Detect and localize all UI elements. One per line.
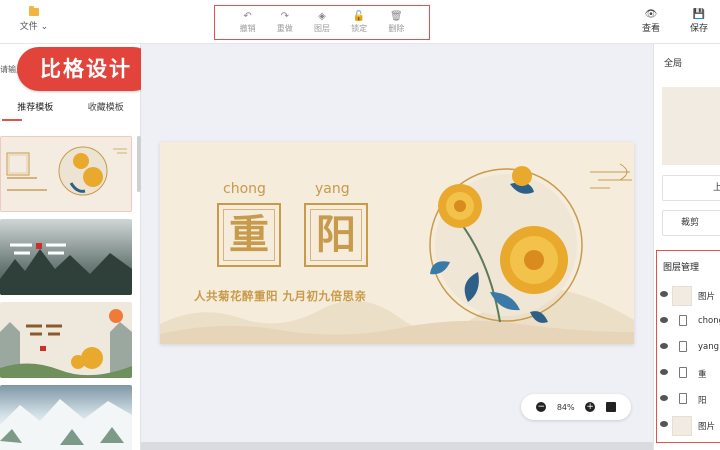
layer-item[interactable]: 重 <box>657 363 720 385</box>
chrysanthemum-illustration[interactable] <box>160 142 634 344</box>
layer-name: chong <box>698 316 720 326</box>
save-button[interactable]: 💾 保存 <box>690 8 708 34</box>
layer-name: 图片 <box>698 292 716 302</box>
eye-icon: 👁 <box>644 9 658 20</box>
top-toolbar: 文件 ⌄ ↶ 撤销 ↷ 重做 ◈ 图层 🔓 锁定 🗑 删除 👁 查看 💾 保存 <box>0 0 720 44</box>
layer-name: 重 <box>698 370 707 380</box>
template-thumbnail[interactable]: ≈ <box>0 385 132 450</box>
file-menu-label: 文件 ⌄ <box>19 22 49 32</box>
layer-item[interactable]: yang <box>657 337 720 359</box>
brand-logo: 比格设计 <box>17 47 155 91</box>
delete-button[interactable]: 🗑 删除 <box>383 11 409 34</box>
lock-label: 锁定 <box>351 24 368 33</box>
visibility-eye-icon[interactable] <box>660 317 668 323</box>
redo-icon: ↷ <box>280 11 289 22</box>
fit-screen-icon[interactable] <box>605 402 616 412</box>
upload-button[interactable]: 上 <box>662 175 720 201</box>
visibility-eye-icon[interactable] <box>660 291 668 297</box>
chrysanthemum-small <box>438 184 482 228</box>
layer-manager-title: 图层管理 <box>663 263 700 273</box>
save-label: 保存 <box>689 24 708 34</box>
svg-text:≈: ≈ <box>2 445 14 450</box>
text-layer-icon <box>679 393 687 404</box>
layer-item[interactable]: 阳 <box>657 389 720 411</box>
template-tabs: 推荐模板 收藏模板 <box>0 100 141 126</box>
chrysanthemum-large <box>500 226 568 294</box>
text-layer-icon <box>679 367 687 378</box>
layer-image-thumbnail <box>672 416 692 436</box>
text-layer-icon <box>679 315 687 326</box>
zoom-level: 84% <box>556 402 575 412</box>
save-icon: 💾 <box>692 9 706 20</box>
design-canvas[interactable]: chong yang 重 阳 人共菊花醉重阳 九月初九倍思亲 <box>160 142 634 344</box>
preview-label: 查看 <box>641 24 660 34</box>
layers-label: 图层 <box>313 24 330 33</box>
undo-label: 撤销 <box>239 24 256 33</box>
right-tools: 👁 查看 💾 保存 <box>642 8 708 34</box>
layer-name: yang <box>698 342 720 352</box>
folder-icon <box>29 6 39 16</box>
delete-label: 删除 <box>388 24 405 33</box>
visibility-eye-icon[interactable] <box>660 421 668 427</box>
layers-icon: ◈ <box>318 11 326 22</box>
layer-item[interactable]: 图片 <box>657 415 720 437</box>
lock-button[interactable]: 🔓 锁定 <box>346 11 372 34</box>
snow-template-art: ≈ <box>0 399 132 450</box>
preview-button[interactable]: 👁 查看 <box>642 8 660 34</box>
visibility-eye-icon[interactable] <box>660 369 668 375</box>
layer-item[interactable]: 图片 <box>657 285 720 307</box>
layer-name: 图片 <box>698 422 716 432</box>
redo-label: 重做 <box>276 24 293 33</box>
layer-image-thumbnail <box>672 286 692 306</box>
frost-template-art <box>0 243 132 295</box>
undo-icon: ↶ <box>243 11 252 22</box>
tab-favorites[interactable]: 收藏模板 <box>71 100 142 126</box>
active-tab-indicator <box>2 119 22 121</box>
global-settings-label: 全局 <box>664 59 683 69</box>
template-thumbnail[interactable] <box>0 219 132 295</box>
template-list: ≈ <box>0 136 132 450</box>
layer-item[interactable]: chong <box>657 311 720 333</box>
layer-name: 阳 <box>698 396 707 406</box>
background-preview[interactable] <box>662 87 720 165</box>
visibility-eye-icon[interactable] <box>660 395 668 401</box>
edit-toolbar: ↶ 撤销 ↷ 重做 ◈ 图层 🔓 锁定 🗑 删除 <box>214 5 430 40</box>
zoom-out-button[interactable]: − <box>536 402 547 412</box>
zoom-in-button[interactable]: + <box>585 402 596 412</box>
template-thumbnail[interactable] <box>0 302 132 378</box>
trash-icon: 🗑 <box>389 11 403 22</box>
undo-button[interactable]: ↶ 撤销 <box>235 11 261 34</box>
layer-manager: 图层管理 图片 chong yang 重 阳 图片 <box>656 250 720 443</box>
chongyang-template-2-art <box>0 309 132 378</box>
lock-icon: 🔓 <box>352 11 366 22</box>
text-layer-icon <box>679 341 687 352</box>
zoom-control: − 84% + <box>521 394 631 420</box>
visibility-eye-icon[interactable] <box>660 343 668 349</box>
file-menu-button[interactable]: 文件 ⌄ <box>14 6 54 32</box>
layers-button[interactable]: ◈ 图层 <box>309 11 335 34</box>
template-thumbnail[interactable] <box>0 136 132 212</box>
redo-button[interactable]: ↷ 重做 <box>272 11 298 34</box>
tab-recommended[interactable]: 推荐模板 <box>0 100 71 126</box>
chongyang-template-art <box>6 146 127 196</box>
horizontal-scrollbar[interactable] <box>141 442 653 450</box>
crop-button[interactable]: 裁剪 <box>662 210 720 236</box>
